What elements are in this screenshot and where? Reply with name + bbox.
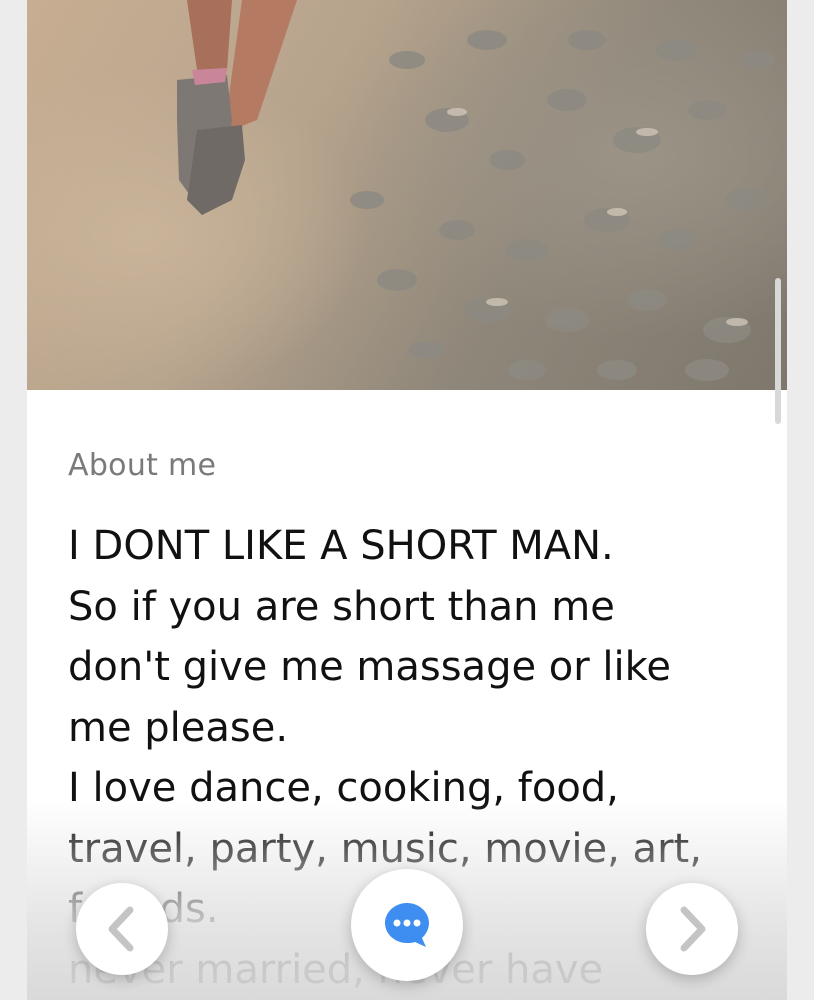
bio-line: I DONT LIKE A SHORT MAN. (68, 523, 614, 569)
next-profile-button[interactable] (646, 883, 738, 975)
chat-bubble-icon (385, 903, 429, 947)
about-me-heading: About me (68, 448, 217, 483)
left-margin (0, 0, 27, 1000)
previous-profile-button[interactable] (76, 883, 168, 975)
right-margin (787, 0, 814, 1000)
bio-line: don't give me massage or like (68, 644, 671, 690)
bio-line: So if you are short than me (68, 583, 615, 630)
beach-photo-illustration (177, 0, 775, 381)
bio-line: me please. (68, 704, 289, 751)
scrollbar[interactable] (775, 278, 781, 424)
profile-photo[interactable] (27, 0, 787, 390)
chevron-right-icon (680, 906, 706, 952)
message-button[interactable] (351, 869, 463, 981)
bio-line: I love dance, cooking, food, (68, 765, 619, 811)
chevron-left-icon (108, 906, 134, 952)
